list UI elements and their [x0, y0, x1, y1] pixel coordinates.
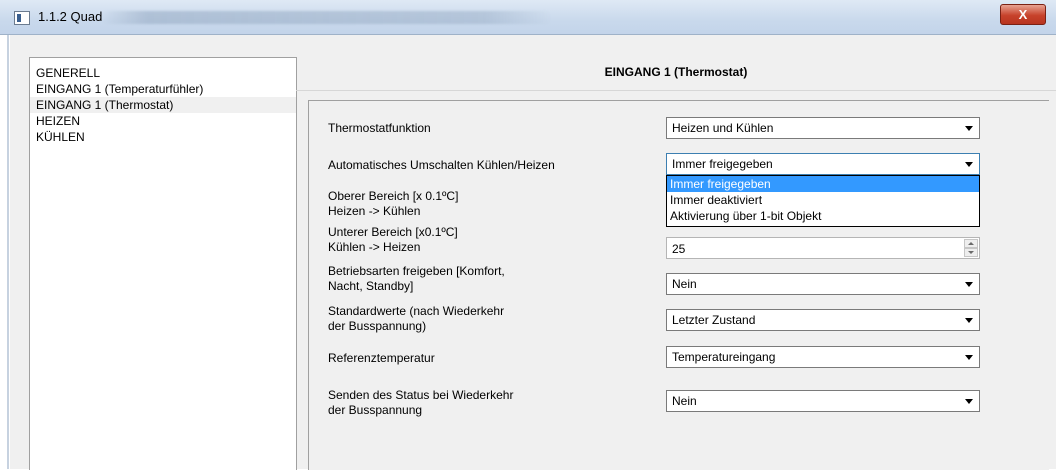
- parameter-tree: GENERELL EINGANG 1 (Temperaturfühler) EI…: [29, 57, 297, 470]
- label-line: Unterer Bereich [x0.1ºC]: [328, 225, 458, 239]
- close-button[interactable]: X: [1000, 4, 1046, 25]
- thermostatfunktion-select[interactable]: Heizen und Kühlen: [666, 117, 980, 139]
- label-unterer-bereich: Unterer Bereich [x0.1ºC] Kühlen -> Heize…: [328, 225, 458, 255]
- parameter-page: EINGANG 1 (Thermostat) Thermostatfunktio…: [296, 57, 1056, 470]
- chevron-down-icon[interactable]: [965, 399, 973, 404]
- select-value: Nein: [672, 277, 697, 291]
- spinbox-buttons: [964, 239, 978, 257]
- label-line: Kühlen -> Heizen: [328, 240, 421, 254]
- dropdown-option-immer-freigegeben[interactable]: Immer freigegeben: [667, 176, 979, 192]
- betriebsarten-select[interactable]: Nein: [666, 273, 980, 295]
- nav-item-generell[interactable]: GENERELL: [30, 65, 296, 81]
- label-standardwerte: Standardwerte (nach Wiederkehr der Bussp…: [328, 304, 504, 334]
- nav-item-kuehlen[interactable]: KÜHLEN: [30, 129, 296, 145]
- select-value: Temperatureingang: [672, 350, 776, 364]
- label-line: Oberer Bereich [x 0.1ºC]: [328, 189, 459, 203]
- label-line: Standardwerte (nach Wiederkehr: [328, 304, 505, 318]
- label-line: Automatisches Umschalten Kühlen/Heizen: [328, 158, 555, 172]
- chevron-down-icon[interactable]: [965, 162, 973, 167]
- label-line: Betriebsarten freigeben [Komfort,: [328, 264, 505, 278]
- senden-status-select[interactable]: Nein: [666, 390, 980, 412]
- dropdown-option-aktivierung-1bit[interactable]: Aktivierung über 1-bit Objekt: [667, 208, 979, 224]
- spin-up-icon[interactable]: [964, 239, 978, 248]
- blurred-menu-area: [102, 11, 552, 24]
- spinbox-value: 25: [672, 242, 686, 256]
- window-left-edge: [0, 35, 10, 469]
- label-line: Thermostatfunktion: [328, 121, 431, 135]
- label-thermostatfunktion: Thermostatfunktion: [328, 121, 431, 136]
- label-betriebsarten: Betriebsarten freigeben [Komfort, Nacht,…: [328, 264, 505, 294]
- app-icon: [14, 11, 30, 25]
- select-value: Letzter Zustand: [672, 313, 756, 327]
- chevron-down-icon[interactable]: [965, 126, 973, 131]
- nav-item-eingang1-temperaturfuehler[interactable]: EINGANG 1 (Temperaturfühler): [30, 81, 296, 97]
- standardwerte-select[interactable]: Letzter Zustand: [666, 309, 980, 331]
- chevron-down-icon[interactable]: [965, 355, 973, 360]
- title-divider: [296, 90, 1056, 91]
- spin-down-icon[interactable]: [964, 248, 978, 257]
- select-value: Nein: [672, 394, 697, 408]
- label-referenztemperatur: Referenztemperatur: [328, 351, 435, 366]
- label-line: der Busspannung: [328, 403, 423, 417]
- chevron-down-icon[interactable]: [965, 282, 973, 287]
- label-line: Heizen -> Kühlen: [328, 204, 421, 218]
- dropdown-option-immer-deaktiviert[interactable]: Immer deaktiviert: [667, 192, 979, 208]
- nav-item-heizen[interactable]: HEIZEN: [30, 113, 296, 129]
- label-senden-status: Senden des Status bei Wiederkehr der Bus…: [328, 388, 513, 418]
- page-title: EINGANG 1 (Thermostat): [604, 65, 748, 79]
- parameter-panel: Thermostatfunktion Heizen und Kühlen Aut…: [308, 100, 1049, 470]
- umschalten-dropdown-list: Immer freigegeben Immer deaktiviert Akti…: [666, 175, 980, 227]
- select-value: Heizen und Kühlen: [672, 121, 774, 135]
- label-line: der Busspannung): [328, 319, 427, 333]
- umschalten-select[interactable]: Immer freigegeben: [666, 153, 980, 175]
- label-line: Nacht, Standby]: [328, 279, 414, 293]
- label-automatisches-umschalten: Automatisches Umschalten Kühlen/Heizen: [328, 158, 555, 173]
- label-line: Senden des Status bei Wiederkehr: [328, 388, 514, 402]
- select-value: Immer freigegeben: [672, 157, 773, 171]
- unterer-bereich-spinbox[interactable]: 25: [666, 237, 980, 259]
- title-bar: 1.1.2 Quad X: [0, 0, 1056, 35]
- label-oberer-bereich: Oberer Bereich [x 0.1ºC] Heizen -> Kühle…: [328, 189, 458, 219]
- window-title: 1.1.2 Quad: [38, 9, 103, 24]
- chevron-down-icon[interactable]: [965, 318, 973, 323]
- referenztemperatur-select[interactable]: Temperatureingang: [666, 346, 980, 368]
- nav-item-eingang1-thermostat[interactable]: EINGANG 1 (Thermostat): [30, 97, 296, 113]
- label-line: Referenztemperatur: [328, 351, 435, 365]
- dialog-window: 1.1.2 Quad X GENERELL EINGANG 1 (Tempera…: [0, 0, 1056, 470]
